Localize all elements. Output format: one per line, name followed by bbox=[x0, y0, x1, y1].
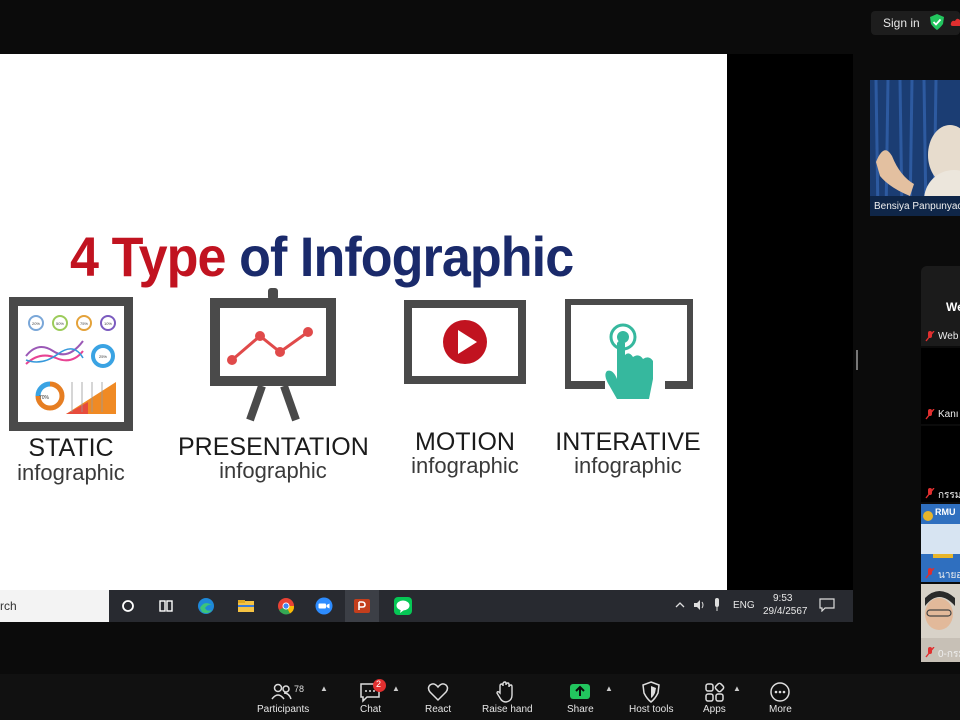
participant-name: 0-กรม bbox=[938, 649, 960, 660]
main-speaker-video[interactable] bbox=[870, 80, 960, 216]
mic-off-icon bbox=[925, 488, 935, 499]
more-label: More bbox=[769, 704, 792, 715]
shield-check-icon[interactable] bbox=[930, 14, 944, 30]
mic-off-icon bbox=[925, 331, 935, 342]
react-label: React bbox=[425, 704, 452, 715]
shared-slide: 4 Type of Infographic 20% 50% 75% 10% 70… bbox=[0, 54, 727, 590]
raise-hand-label: Raise hand bbox=[482, 704, 533, 715]
chat-badge-count: 2 bbox=[376, 679, 382, 689]
type-static-word: STATIC bbox=[28, 434, 114, 462]
apps-icon bbox=[705, 682, 725, 702]
clock-time[interactable]: 9:53 bbox=[773, 593, 792, 604]
mic-off-icon bbox=[925, 568, 935, 579]
zoom-icon[interactable] bbox=[314, 596, 334, 616]
sign-in-label: Sign in bbox=[883, 16, 920, 30]
clock-date[interactable]: 29/4/2567 bbox=[763, 606, 808, 617]
participant-avatar-name: We bbox=[946, 300, 960, 314]
shared-screen-background bbox=[727, 54, 853, 621]
hand-icon bbox=[496, 681, 513, 703]
chevron-up-icon[interactable] bbox=[675, 600, 685, 610]
language-indicator[interactable]: ENG bbox=[733, 600, 755, 611]
static-chart-label: 75% bbox=[80, 321, 88, 326]
static-chart-label: 50% bbox=[56, 321, 64, 326]
presentation-board-icon bbox=[210, 288, 336, 422]
participants-count: 78 bbox=[294, 684, 305, 694]
slide-title-part1: 4 Type bbox=[70, 225, 226, 288]
share-label: Share bbox=[567, 704, 594, 715]
type-interative-sub: infographic bbox=[574, 453, 682, 478]
chat-caret[interactable]: ▲ bbox=[392, 684, 400, 693]
apps-caret[interactable]: ▲ bbox=[733, 684, 741, 693]
static-chart-label: 20% bbox=[32, 321, 40, 326]
static-chart-label: 70% bbox=[39, 395, 50, 401]
participant-badge: RMU bbox=[935, 507, 956, 517]
participants-label: Participants bbox=[257, 704, 310, 715]
static-chart-label: 25% bbox=[99, 354, 107, 359]
slide-title: 4 Type of Infographic bbox=[70, 224, 574, 289]
edge-icon[interactable] bbox=[196, 596, 216, 616]
participant-name: Web bbox=[938, 331, 959, 342]
participants-icon bbox=[271, 683, 292, 700]
static-chart-label: 10% bbox=[104, 321, 112, 326]
cloud-icon bbox=[950, 18, 960, 26]
notifications-icon[interactable] bbox=[819, 598, 835, 612]
chrome-icon[interactable] bbox=[276, 596, 296, 616]
chat-label: Chat bbox=[360, 704, 382, 715]
powerpoint-icon[interactable] bbox=[352, 596, 372, 616]
taskbar-search-text: rch bbox=[0, 599, 17, 613]
participant-name: Kanı bbox=[938, 409, 959, 420]
task-view-icon[interactable] bbox=[156, 596, 176, 616]
mic-off-icon bbox=[925, 409, 935, 420]
shield-icon bbox=[642, 681, 660, 703]
panel-resize-handle[interactable] bbox=[856, 350, 858, 370]
search-circle-icon[interactable] bbox=[118, 596, 138, 616]
type-motion-sub: infographic bbox=[411, 453, 519, 478]
line-icon[interactable] bbox=[393, 596, 413, 616]
participants-caret[interactable]: ▲ bbox=[320, 684, 328, 693]
main-speaker-name: Bensiya Panpunyac bbox=[874, 201, 960, 212]
participant-name: นายอ bbox=[938, 570, 960, 581]
more-icon bbox=[770, 682, 790, 702]
play-video-icon bbox=[404, 300, 526, 384]
host-tools-label: Host tools bbox=[629, 704, 674, 715]
type-static-sub: infographic bbox=[17, 460, 125, 485]
microphone-icon[interactable] bbox=[713, 598, 721, 612]
mic-off-icon bbox=[925, 647, 935, 658]
speaker-icon[interactable] bbox=[693, 599, 705, 611]
touch-screen-icon bbox=[565, 299, 693, 399]
file-explorer-icon[interactable] bbox=[236, 596, 256, 616]
heart-icon bbox=[427, 683, 449, 702]
share-screen-icon bbox=[570, 684, 590, 699]
participant-name: กรรม bbox=[938, 490, 960, 501]
share-caret[interactable]: ▲ bbox=[605, 684, 613, 693]
slide-title-part2: of Infographic bbox=[239, 225, 574, 288]
type-presentation-sub: infographic bbox=[219, 458, 327, 483]
speaker-video-frame bbox=[870, 80, 960, 216]
apps-label: Apps bbox=[703, 704, 726, 715]
static-chart-icon: 20% 50% 75% 10% 70% 25% bbox=[9, 297, 133, 431]
